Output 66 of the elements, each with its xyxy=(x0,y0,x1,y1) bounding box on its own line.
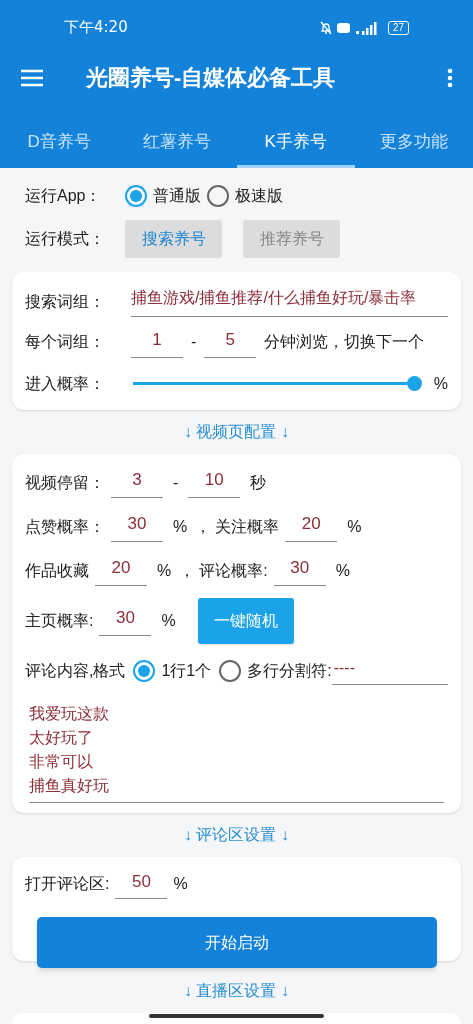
radio-label: 普通版 xyxy=(153,186,201,206)
unit-text: % xyxy=(334,560,351,581)
tab[interactable]: K手养号 xyxy=(236,118,355,168)
menu-icon[interactable] xyxy=(20,68,44,87)
comment-line: 太好玩了 xyxy=(29,727,94,748)
signal-icon xyxy=(353,20,380,35)
field-label: 评论概率: xyxy=(199,560,268,581)
input-field[interactable]: 20 xyxy=(285,511,338,542)
input-field[interactable]: 50 xyxy=(115,868,168,899)
radio-button[interactable] xyxy=(219,659,242,682)
comment-line: 非常可以 xyxy=(29,751,94,772)
field-label: 打开评论区: xyxy=(25,873,110,894)
input-field[interactable]: ---- xyxy=(331,656,448,685)
unit-text: 分钟浏览，切换下一个 xyxy=(264,332,425,353)
unit-text: % xyxy=(433,373,448,394)
unit-text: - xyxy=(172,472,180,493)
comment-line: 我爱玩这款 xyxy=(29,703,110,724)
more-icon[interactable] xyxy=(447,67,453,88)
field-label: 作品收藏 xyxy=(25,560,89,581)
input-field[interactable]: 捕鱼游戏/捕鱼推荐/什么捕鱼好玩/暴击率 xyxy=(131,286,448,317)
field-label: 搜索词组： xyxy=(25,291,106,312)
unit-text: 秒 xyxy=(249,472,268,493)
unit-text: % xyxy=(172,516,189,537)
input-field[interactable]: 20 xyxy=(95,555,147,586)
unit-text: ， xyxy=(194,516,213,537)
hd-icon xyxy=(336,22,350,33)
start-button[interactable]: 开始启动 xyxy=(37,917,437,968)
input-field[interactable]: 1 xyxy=(131,327,183,358)
field-label: 运行App： xyxy=(25,186,103,206)
radio-button[interactable] xyxy=(133,659,156,682)
field-label: 评论内容,格式 xyxy=(25,660,126,681)
radio-button[interactable] xyxy=(207,185,229,207)
field-label: 视频停留： xyxy=(25,472,105,493)
bell-off-icon xyxy=(318,20,333,35)
section-header: ↓ 视频页配置 ↓ xyxy=(184,421,289,442)
input-field[interactable]: 30 xyxy=(111,511,163,542)
unit-text: % xyxy=(160,610,177,631)
app-title: 光圈养号-自媒体必备工具 xyxy=(86,64,337,92)
radio-label: 极速版 xyxy=(235,186,283,206)
unit-text: % xyxy=(346,516,363,537)
slider-thumb[interactable] xyxy=(406,376,422,391)
radio-label: 1行1个 xyxy=(161,660,212,681)
input-field[interactable]: 30 xyxy=(273,555,326,586)
unit-text: ， xyxy=(178,560,197,581)
field-label: 点赞概率： xyxy=(25,516,105,537)
battery-indicator: 27 xyxy=(387,20,409,35)
field-label: 进入概率： xyxy=(25,373,106,394)
section-header: ↓ 评论区设置 ↓ xyxy=(184,824,289,845)
input-field[interactable]: 30 xyxy=(99,605,152,636)
unit-text: % xyxy=(173,873,188,894)
comment-line: 捕鱼真好玩 xyxy=(29,775,110,796)
input-field[interactable]: 3 xyxy=(111,467,163,498)
field-label: 运行模式： xyxy=(25,229,106,249)
unit-text: - xyxy=(190,332,198,353)
slider-track[interactable] xyxy=(133,376,422,391)
comment-textarea[interactable]: 我爱玩这款 太好玩了 非常可以 捕鱼真好玩 xyxy=(29,701,444,803)
field-label: 每个词组： xyxy=(25,332,106,353)
input-field[interactable]: 5 xyxy=(204,327,257,358)
radio-label: 多行分割符: xyxy=(247,660,332,681)
radio-button[interactable] xyxy=(125,185,147,207)
field-label: 主页概率: xyxy=(25,610,94,631)
field-label: 关注概率 xyxy=(215,516,280,537)
section-header: ↓ 直播区设置 ↓ xyxy=(184,981,289,1002)
input-field[interactable]: 10 xyxy=(188,467,241,498)
unit-text: % xyxy=(156,560,173,581)
status-time: 下午4:20 xyxy=(64,17,128,39)
